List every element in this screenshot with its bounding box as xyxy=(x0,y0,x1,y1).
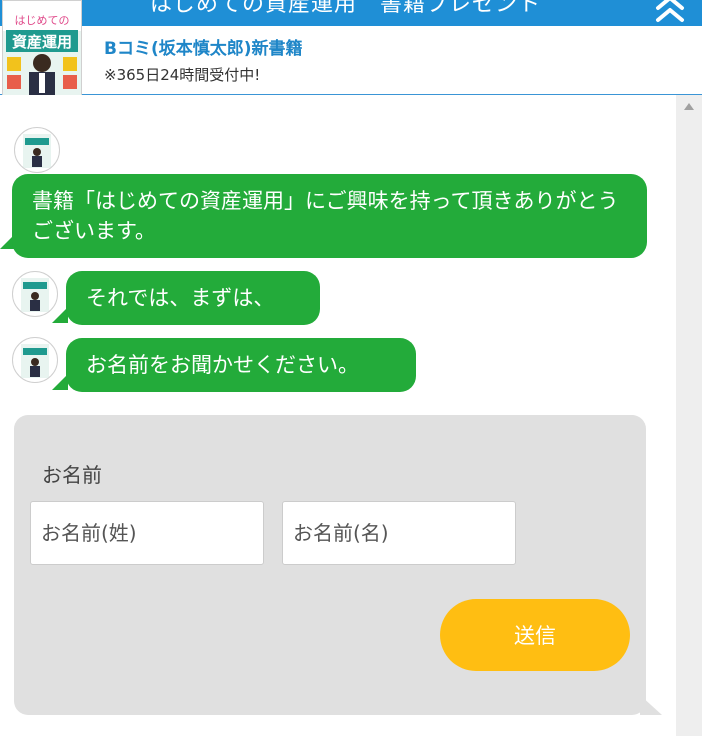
header-title: はじめての資産運用 書籍プレゼント xyxy=(150,0,542,17)
book-info-header: はじめての 資産運用 Bコミ(坂本慎太郎)新書籍 ※365日24時間受付中! xyxy=(0,0,702,112)
last-name-input[interactable] xyxy=(30,501,264,565)
bot-message: 書籍「はじめての資産運用」にご興味を持って頂きありがとうございます。 xyxy=(12,174,647,258)
submit-button[interactable]: 送信 xyxy=(440,599,630,671)
book-cover-title: 資産運用 xyxy=(12,33,72,51)
scrollbar[interactable] xyxy=(676,95,702,736)
bot-avatar xyxy=(14,127,60,173)
name-form: お名前 送信 xyxy=(14,415,646,715)
chevron-double-up-icon[interactable] xyxy=(652,0,688,24)
chat-area: 書籍「はじめての資産運用」にご興味を持って頂きありがとうございます。 それでは、… xyxy=(0,95,676,736)
form-bubble-tail xyxy=(640,695,662,715)
header-bar: はじめての資産運用 書籍プレゼント xyxy=(0,0,702,26)
first-name-input[interactable] xyxy=(282,501,516,565)
name-field-label: お名前 xyxy=(42,463,102,487)
bot-message: お名前をお聞かせください。 xyxy=(66,338,416,392)
availability-note: ※365日24時間受付中! xyxy=(104,66,261,84)
scroll-up-arrow-icon[interactable] xyxy=(684,103,694,110)
bot-message: それでは、まずは、 xyxy=(66,271,320,325)
book-title: Bコミ(坂本慎太郎)新書籍 xyxy=(104,39,303,59)
book-cover-subtitle: はじめての xyxy=(15,14,70,27)
